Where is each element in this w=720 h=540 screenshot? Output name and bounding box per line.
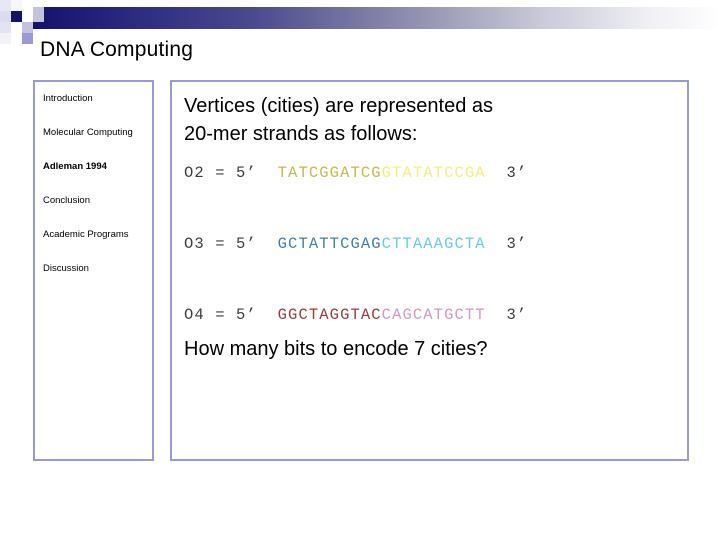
dna-sequence-o3: O3 = 5’ GCTATTCGAGCTTAAAGCTA 3’ (184, 235, 687, 253)
five-prime-marker: 5’ (236, 235, 257, 253)
decorative-square (33, 0, 44, 7)
decorative-square (0, 11, 11, 22)
three-prime-marker: 3’ (506, 306, 528, 324)
sequence-first-half: GGCTAGGTAC (277, 306, 382, 324)
decorative-square (11, 0, 22, 11)
five-prime-marker: 5’ (236, 164, 257, 182)
three-prime-marker: 3’ (506, 235, 528, 253)
decorative-square (22, 22, 33, 33)
sidebar-item-adleman-1994[interactable]: Adleman 1994 (43, 160, 147, 173)
decorative-square (0, 22, 11, 33)
sequence-label-o4: O4 (184, 306, 205, 324)
sequence-second-half: CTTAAAGCTA (381, 235, 486, 253)
dna-sequence-o2: O2 = 5’ TATCGGATCGGTATATCCGA 3’ (184, 164, 687, 182)
dna-sequence-list: O2 = 5’ TATCGGATCGGTATATCCGA 3’ O3 = 5’ G… (184, 164, 687, 324)
sequence-second-half: GTATATCCGA (381, 164, 486, 182)
sequence-first-half: TATCGGATCG (277, 164, 382, 182)
sequence-first-half: GCTATTCGAG (277, 235, 382, 253)
content-panel: Vertices (cities) are represented as 20-… (170, 80, 689, 461)
sequence-equals: = (215, 306, 226, 324)
decorative-square (22, 33, 33, 44)
three-prime-marker: 3’ (506, 164, 528, 182)
sequence-equals: = (215, 164, 226, 182)
sidebar-item-introduction[interactable]: Introduction (43, 92, 147, 105)
five-prime-marker: 5’ (236, 306, 257, 324)
lead-text-line-2: 20-mer strands as follows: (184, 123, 418, 145)
lead-text-line-1: Vertices (cities) are represented as (184, 95, 494, 117)
sequence-equals: = (215, 235, 226, 253)
decorative-square (11, 11, 22, 22)
dna-sequence-o4: O4 = 5’ GGCTAGGTACCAGCATGCTT 3’ (184, 306, 687, 324)
header-gradient-bar (33, 7, 720, 29)
decorative-square (33, 7, 44, 22)
sidebar-item-molecular-computing[interactable]: Molecular Computing (43, 126, 147, 139)
sidebar-item-discussion[interactable]: Discussion (43, 262, 147, 275)
decorative-square (11, 22, 22, 33)
decorative-square (22, 11, 33, 22)
slide-header-band (0, 0, 720, 44)
decorative-square (33, 29, 44, 37)
closing-question: How many bits to encode 7 cities? (184, 338, 488, 360)
decorative-square (11, 33, 22, 44)
sequence-label-o2: O2 (184, 164, 205, 182)
sidebar-item-conclusion[interactable]: Conclusion (43, 194, 147, 207)
decorative-square (0, 33, 11, 44)
sidebar-item-academic-programs[interactable]: Academic Programs (43, 228, 147, 241)
page-title: DNA Computing (40, 38, 194, 61)
sequence-second-half: CAGCATGCTT (381, 306, 486, 324)
decorative-square (22, 0, 33, 11)
sidebar-nav-panel: Introduction Molecular Computing Adleman 1… (33, 80, 154, 461)
decorative-square (0, 0, 11, 11)
sequence-label-o3: O3 (184, 235, 205, 253)
